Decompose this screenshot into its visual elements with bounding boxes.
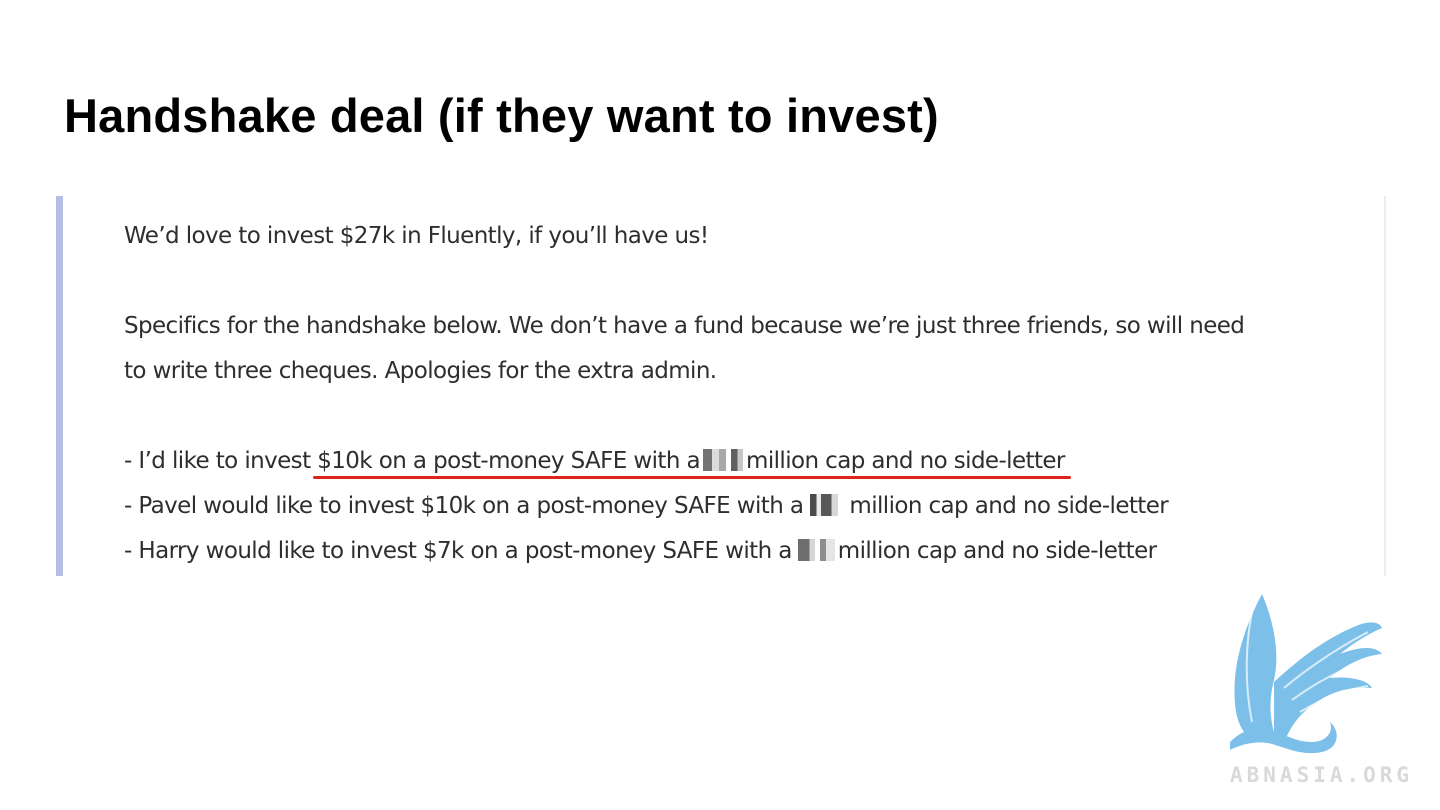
email-quote-card: We’d love to invest $27k in Fluently, if… <box>56 196 1386 576</box>
specifics-line-2: to write three cheques. Apologies for th… <box>124 358 717 384</box>
specifics-line-1: Specifics for the handshake below. We do… <box>124 313 1245 339</box>
intro-line: We’d love to invest $27k in Fluently, if… <box>124 223 709 249</box>
item-prefix: - Pavel would like to invest $10k on a p… <box>124 493 804 519</box>
investment-item-pavel: - Pavel would like to invest $10k on a p… <box>124 484 1354 529</box>
item-prefix: - Harry would like to invest $7k on a po… <box>124 538 792 564</box>
item-highlight-end: million cap and no side-letter <box>746 448 1065 474</box>
griffin-logo-icon <box>1230 594 1382 754</box>
highlighted-terms: $10k on a post-money SAFE with a million … <box>313 439 1071 484</box>
red-underline <box>313 476 1071 479</box>
item-prefix: - I’d like to invest <box>124 448 318 474</box>
redacted-amount <box>794 539 835 561</box>
investment-item-self: - I’d like to invest $10k on a post-mone… <box>124 439 1354 484</box>
redacted-amount <box>703 449 744 471</box>
redacted-amount <box>806 494 847 516</box>
investment-item-harry: - Harry would like to invest $7k on a po… <box>124 529 1354 574</box>
slide-title: Handshake deal (if they want to invest) <box>64 89 939 142</box>
watermark-text: ABNASIA.ORG <box>1230 763 1414 787</box>
item-suffix: million cap and no side-letter <box>837 538 1157 564</box>
item-highlight-start: $10k on a post-money SAFE with a <box>317 448 701 474</box>
item-suffix: million cap and no side-letter <box>849 493 1169 519</box>
quote-body: We’d love to invest $27k in Fluently, if… <box>124 214 1354 574</box>
quote-bar <box>56 196 63 576</box>
